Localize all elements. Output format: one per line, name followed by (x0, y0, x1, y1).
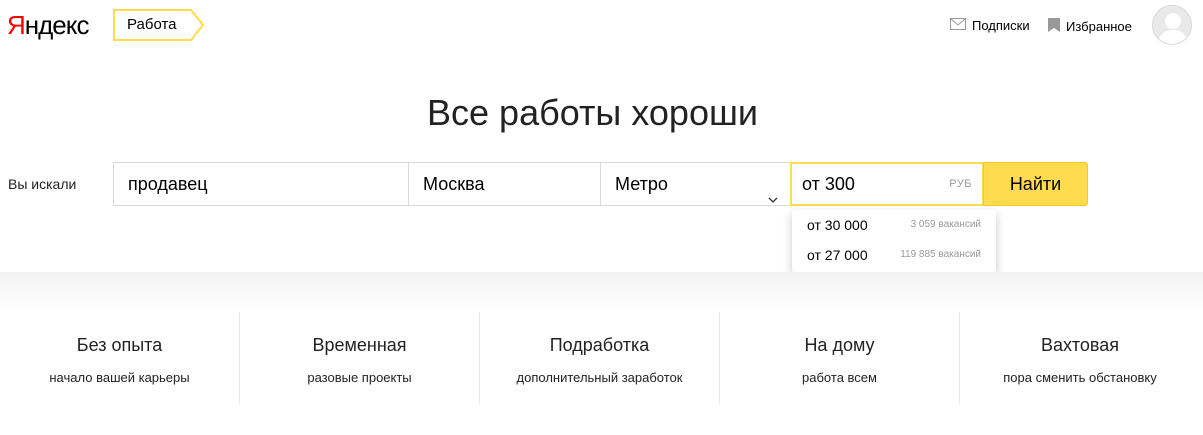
suggestion-value: от 30 000 (807, 217, 868, 233)
salary-unit: РУБ (949, 178, 972, 190)
category-subtitle: пора сменить обстановку (1003, 370, 1157, 385)
suggestion-item[interactable]: от 27 000 119 885 вакансий (792, 240, 996, 270)
service-tag[interactable]: Работа (113, 9, 205, 41)
category-title: На дому (804, 335, 875, 355)
favorites-link[interactable]: Избранное (1048, 18, 1132, 36)
page-title: Все работы хороши (427, 92, 758, 133)
city-value: Москва (423, 174, 485, 194)
category-title: Без опыта (76, 335, 163, 355)
suggestion-value: от 27 000 (807, 247, 868, 263)
salary-value: от 300 (802, 174, 855, 194)
categories-band (0, 272, 1203, 312)
user-avatar[interactable] (1152, 5, 1192, 45)
category-rotation[interactable]: Вахтовая пора сменить обстановку (960, 312, 1200, 405)
salary-input[interactable]: от 300 РУБ (790, 162, 984, 206)
user-silhouette-icon (1158, 13, 1188, 44)
yandex-logo[interactable]: Яндекс (7, 10, 90, 40)
category-subtitle: работа всем (802, 370, 877, 385)
query-input[interactable]: продавец (113, 162, 409, 206)
envelope-icon (950, 18, 966, 34)
service-name: Работа (127, 16, 177, 33)
category-title: Подработка (549, 335, 650, 355)
chevron-down-icon (768, 178, 778, 203)
metro-value: Метро (615, 174, 668, 194)
logo-letter-ya: Я (7, 10, 26, 40)
category-title: Временная (312, 335, 407, 355)
category-remote[interactable]: На дому работа всем (720, 312, 960, 405)
search-history-label: Вы искали (8, 176, 77, 192)
category-no-experience[interactable]: Без опыта начало вашей карьеры (0, 312, 240, 405)
category-part-time[interactable]: Подработка дополнительный заработок (480, 312, 720, 405)
category-subtitle: начало вашей карьеры (49, 370, 190, 385)
metro-select[interactable]: Метро (600, 162, 791, 206)
suggestion-item[interactable]: от 30 000 3 059 вакансий (792, 210, 996, 240)
logo-rest: ндекс (24, 10, 90, 40)
category-subtitle: дополнительный заработок (516, 370, 683, 385)
category-title: Вахтовая (1041, 335, 1119, 355)
subscriptions-link[interactable]: Подписки (950, 18, 1030, 34)
subscriptions-label: Подписки (972, 18, 1030, 33)
find-button[interactable]: Найти (983, 162, 1088, 206)
query-value: продавец (128, 174, 208, 194)
suggestion-count: 119 885 вакансий (900, 249, 981, 260)
category-subtitle: разовые проекты (307, 370, 412, 385)
bookmark-icon (1048, 18, 1060, 36)
category-temporary[interactable]: Временная разовые проекты (240, 312, 480, 405)
categories-list: Без опыта начало вашей карьеры Временная… (0, 312, 1203, 405)
page: Яндекс Работа Подписки Избранное Все раб… (0, 0, 1203, 435)
salary-suggestions: от 30 000 3 059 вакансий от 27 000 119 8… (792, 210, 996, 272)
city-input[interactable]: Москва (408, 162, 601, 206)
favorites-label: Избранное (1066, 19, 1132, 34)
suggestion-count: 3 059 вакансий (910, 219, 981, 230)
